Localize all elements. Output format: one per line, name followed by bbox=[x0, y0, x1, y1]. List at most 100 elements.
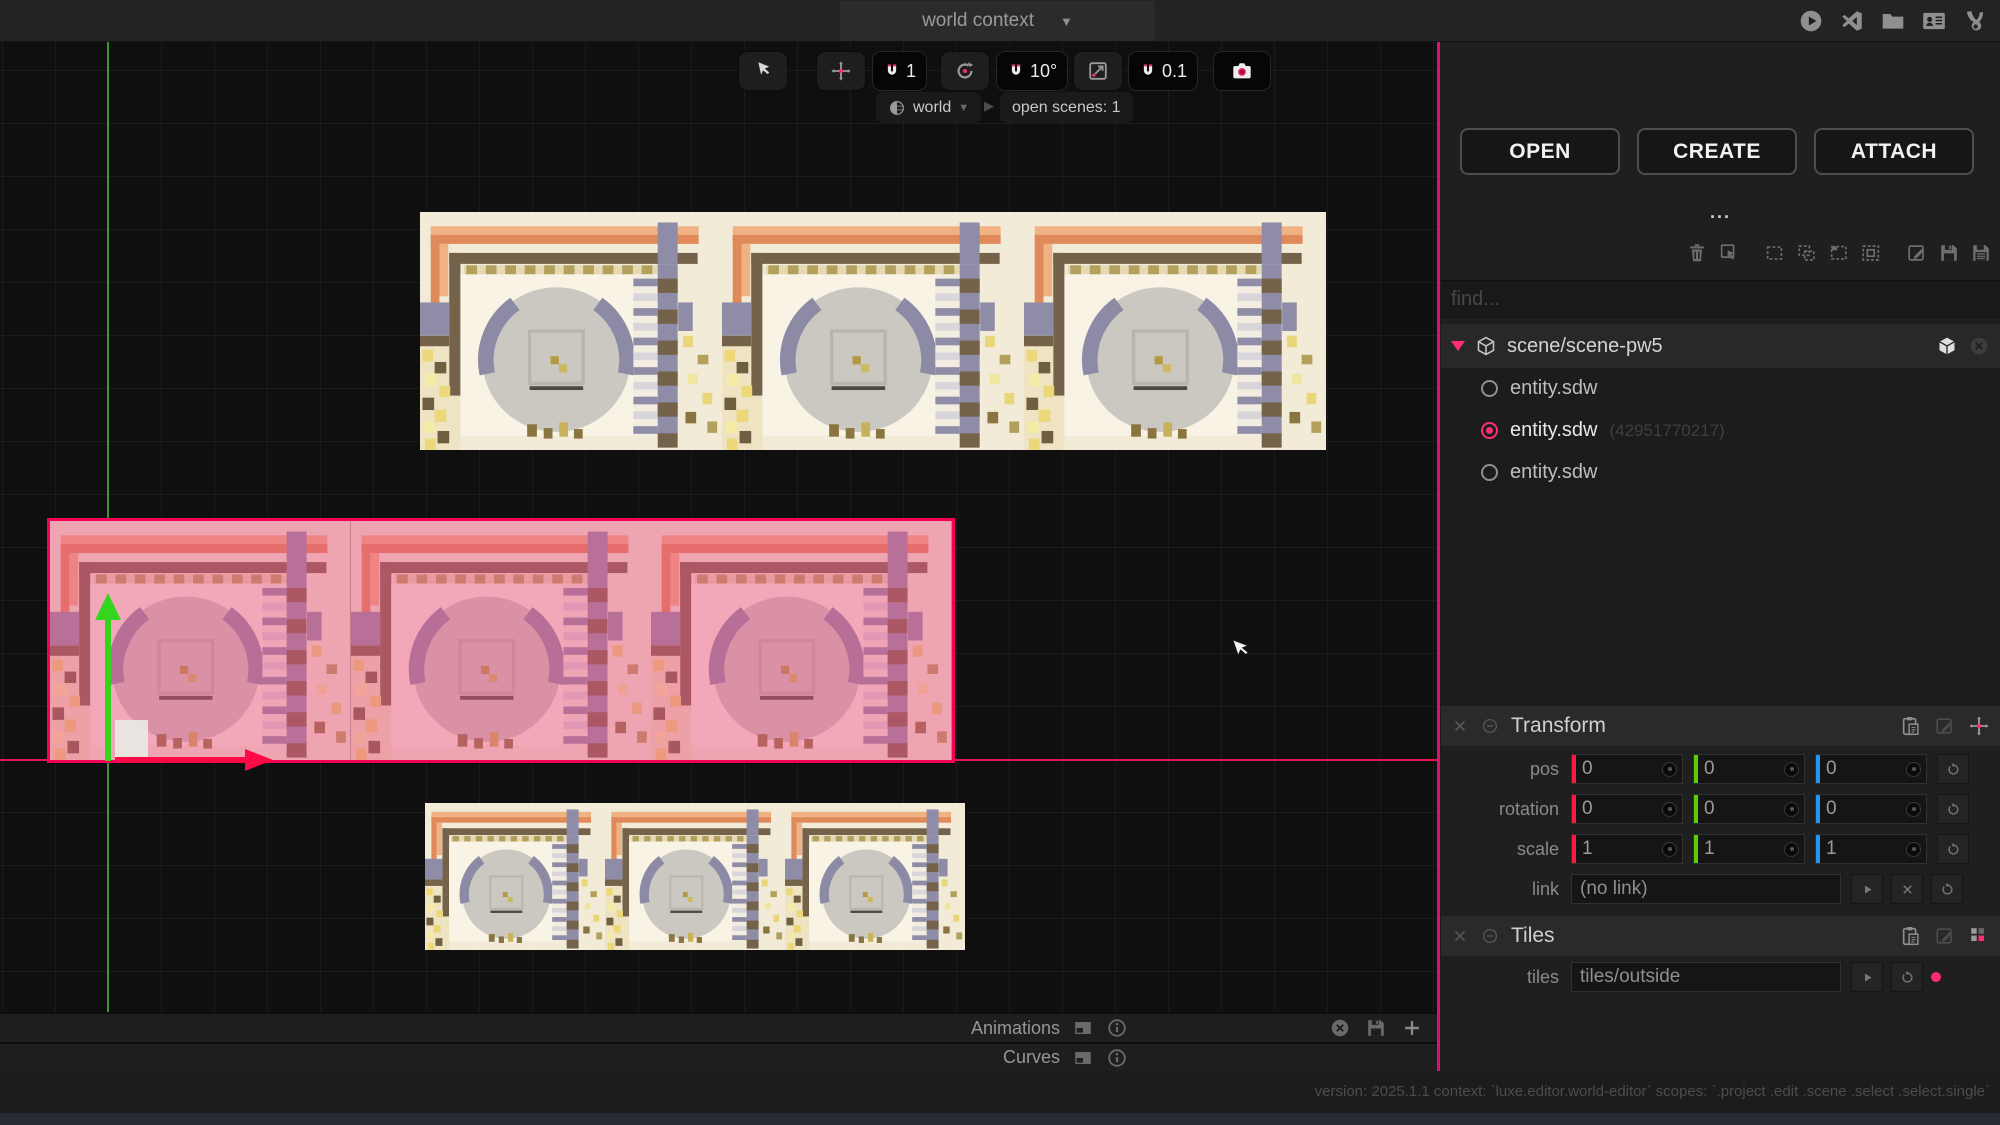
link-go-button[interactable] bbox=[1851, 874, 1883, 904]
reset-rotation-button[interactable] bbox=[1937, 794, 1969, 824]
link-field[interactable]: (no link) bbox=[1571, 874, 1841, 904]
gizmo-y-arrow[interactable] bbox=[94, 593, 122, 763]
overflow-menu[interactable]: ... bbox=[1441, 202, 2000, 223]
pos-x-field[interactable]: 0 bbox=[1571, 754, 1683, 784]
entity-row-selected[interactable]: entity.sdw (42951770217) bbox=[1441, 410, 2000, 452]
trash-icon[interactable] bbox=[1686, 242, 1708, 264]
tile-strip-top[interactable] bbox=[420, 212, 1326, 450]
snap-rotate-button[interactable]: 10° bbox=[996, 51, 1068, 91]
move-tool-button[interactable] bbox=[816, 51, 866, 91]
drag-knob[interactable] bbox=[1784, 842, 1799, 857]
drag-knob[interactable] bbox=[1906, 762, 1921, 777]
save-icon[interactable] bbox=[1938, 242, 1960, 264]
attach-button[interactable]: ATTACH bbox=[1814, 128, 1974, 175]
find-input[interactable] bbox=[1441, 280, 2000, 318]
link-label: link bbox=[1441, 879, 1559, 900]
paste-icon[interactable] bbox=[1900, 925, 1922, 947]
snap-scale-value: 0.1 bbox=[1162, 61, 1187, 82]
info-icon[interactable] bbox=[1106, 1047, 1128, 1069]
camera-button[interactable] bbox=[1213, 51, 1271, 91]
status-bar: version: 2025.1.1 context: `luxe.editor.… bbox=[0, 1071, 2000, 1113]
duplicate-icon[interactable] bbox=[1718, 242, 1740, 264]
select-corner-icon[interactable] bbox=[1828, 242, 1850, 264]
luxe-logo-icon[interactable] bbox=[1962, 8, 1988, 34]
paste-icon[interactable] bbox=[1900, 715, 1922, 737]
collapse-icon[interactable] bbox=[1481, 927, 1499, 945]
panel-icon[interactable] bbox=[1072, 1017, 1094, 1039]
edit-icon[interactable] bbox=[1906, 242, 1928, 264]
save-all-icon[interactable] bbox=[1970, 242, 1992, 264]
collapse-icon[interactable] bbox=[1481, 717, 1499, 735]
scene-root-label: scene/scene-pw5 bbox=[1507, 335, 1663, 358]
select-inner-icon[interactable] bbox=[1860, 242, 1882, 264]
remove-component-icon[interactable] bbox=[1451, 717, 1469, 735]
drag-knob[interactable] bbox=[1906, 842, 1921, 857]
radio-icon[interactable] bbox=[1481, 464, 1498, 481]
snap-move-button[interactable]: 1 bbox=[872, 51, 927, 91]
scale-x-field[interactable]: 1 bbox=[1571, 834, 1683, 864]
folder-icon[interactable] bbox=[1880, 8, 1906, 34]
gizmo-icon[interactable] bbox=[1968, 715, 1990, 737]
tile-strip-bottom[interactable] bbox=[425, 803, 965, 950]
rotate-tool-button[interactable] bbox=[940, 51, 990, 91]
pos-y-field[interactable]: 0 bbox=[1693, 754, 1805, 784]
snap-scale-button[interactable]: 0.1 bbox=[1128, 51, 1198, 91]
select-dashed-icon[interactable] bbox=[1764, 242, 1786, 264]
select-merge-icon[interactable] bbox=[1796, 242, 1818, 264]
open-scenes-indicator[interactable]: open scenes: 1 bbox=[1000, 92, 1133, 123]
world-selector[interactable]: world ▼ bbox=[876, 92, 981, 123]
panel-icon[interactable] bbox=[1072, 1047, 1094, 1069]
drag-knob[interactable] bbox=[1662, 802, 1677, 817]
edit-icon[interactable] bbox=[1934, 925, 1956, 947]
panel-divider[interactable] bbox=[1437, 42, 1440, 1071]
vscode-icon[interactable] bbox=[1839, 8, 1865, 34]
reset-tiles-button[interactable] bbox=[1891, 962, 1923, 992]
entity-row[interactable]: entity.sdw bbox=[1441, 368, 2000, 410]
info-icon[interactable] bbox=[1106, 1017, 1128, 1039]
remove-component-icon[interactable] bbox=[1451, 927, 1469, 945]
reset-link-button[interactable] bbox=[1931, 874, 1963, 904]
package-icon[interactable] bbox=[1936, 335, 1958, 357]
drag-knob[interactable] bbox=[1906, 802, 1921, 817]
world-context-selector[interactable]: world context ▼ bbox=[840, 1, 1155, 41]
drag-knob[interactable] bbox=[1784, 762, 1799, 777]
drag-knob[interactable] bbox=[1662, 842, 1677, 857]
reset-pos-button[interactable] bbox=[1937, 754, 1969, 784]
world-viewport[interactable]: 1 10° 0.1 world ▼ ▶ open scenes: 1 bbox=[0, 42, 1437, 1012]
rotation-x-field[interactable]: 0 bbox=[1571, 794, 1683, 824]
tiles-row: tiles tiles/outside bbox=[1441, 958, 2000, 996]
play-circle-icon[interactable] bbox=[1798, 8, 1824, 34]
create-button[interactable]: CREATE bbox=[1637, 128, 1797, 175]
tiles-go-button[interactable] bbox=[1851, 962, 1883, 992]
scene-root-row[interactable]: scene/scene-pw5 bbox=[1441, 324, 2000, 368]
close-circle-icon[interactable] bbox=[1329, 1017, 1351, 1039]
entity-row[interactable]: entity.sdw bbox=[1441, 452, 2000, 494]
rotation-y-field[interactable]: 0 bbox=[1693, 794, 1805, 824]
pos-z-field[interactable]: 0 bbox=[1815, 754, 1927, 784]
tiles-grid-icon[interactable] bbox=[1968, 925, 1990, 947]
reset-scale-button[interactable] bbox=[1937, 834, 1969, 864]
expand-triangle-icon[interactable] bbox=[1451, 341, 1465, 351]
curves-row[interactable]: Curves bbox=[0, 1042, 1437, 1071]
select-tool-button[interactable] bbox=[738, 51, 788, 91]
open-button[interactable]: OPEN bbox=[1460, 128, 1620, 175]
scale-tool-button[interactable] bbox=[1073, 51, 1123, 91]
close-scene-icon[interactable] bbox=[1968, 335, 1990, 357]
tiles-field[interactable]: tiles/outside bbox=[1571, 962, 1841, 992]
scale-z-field[interactable]: 1 bbox=[1815, 834, 1927, 864]
drag-knob[interactable] bbox=[1784, 802, 1799, 817]
scale-y-field[interactable]: 1 bbox=[1693, 834, 1805, 864]
edit-icon[interactable] bbox=[1934, 715, 1956, 737]
id-card-icon[interactable] bbox=[1921, 8, 1947, 34]
gizmo-x-arrow[interactable] bbox=[115, 748, 275, 772]
radio-icon[interactable] bbox=[1481, 380, 1498, 397]
save-icon[interactable] bbox=[1365, 1017, 1387, 1039]
entity-id: (42951770217) bbox=[1609, 421, 1724, 441]
drag-knob[interactable] bbox=[1662, 762, 1677, 777]
link-clear-button[interactable] bbox=[1891, 874, 1923, 904]
add-icon[interactable] bbox=[1401, 1017, 1423, 1039]
radio-selected-icon[interactable] bbox=[1481, 422, 1498, 439]
rotation-z-field[interactable]: 0 bbox=[1815, 794, 1927, 824]
tile-strip-selected[interactable] bbox=[47, 518, 955, 763]
animations-row[interactable]: Animations bbox=[0, 1012, 1437, 1042]
